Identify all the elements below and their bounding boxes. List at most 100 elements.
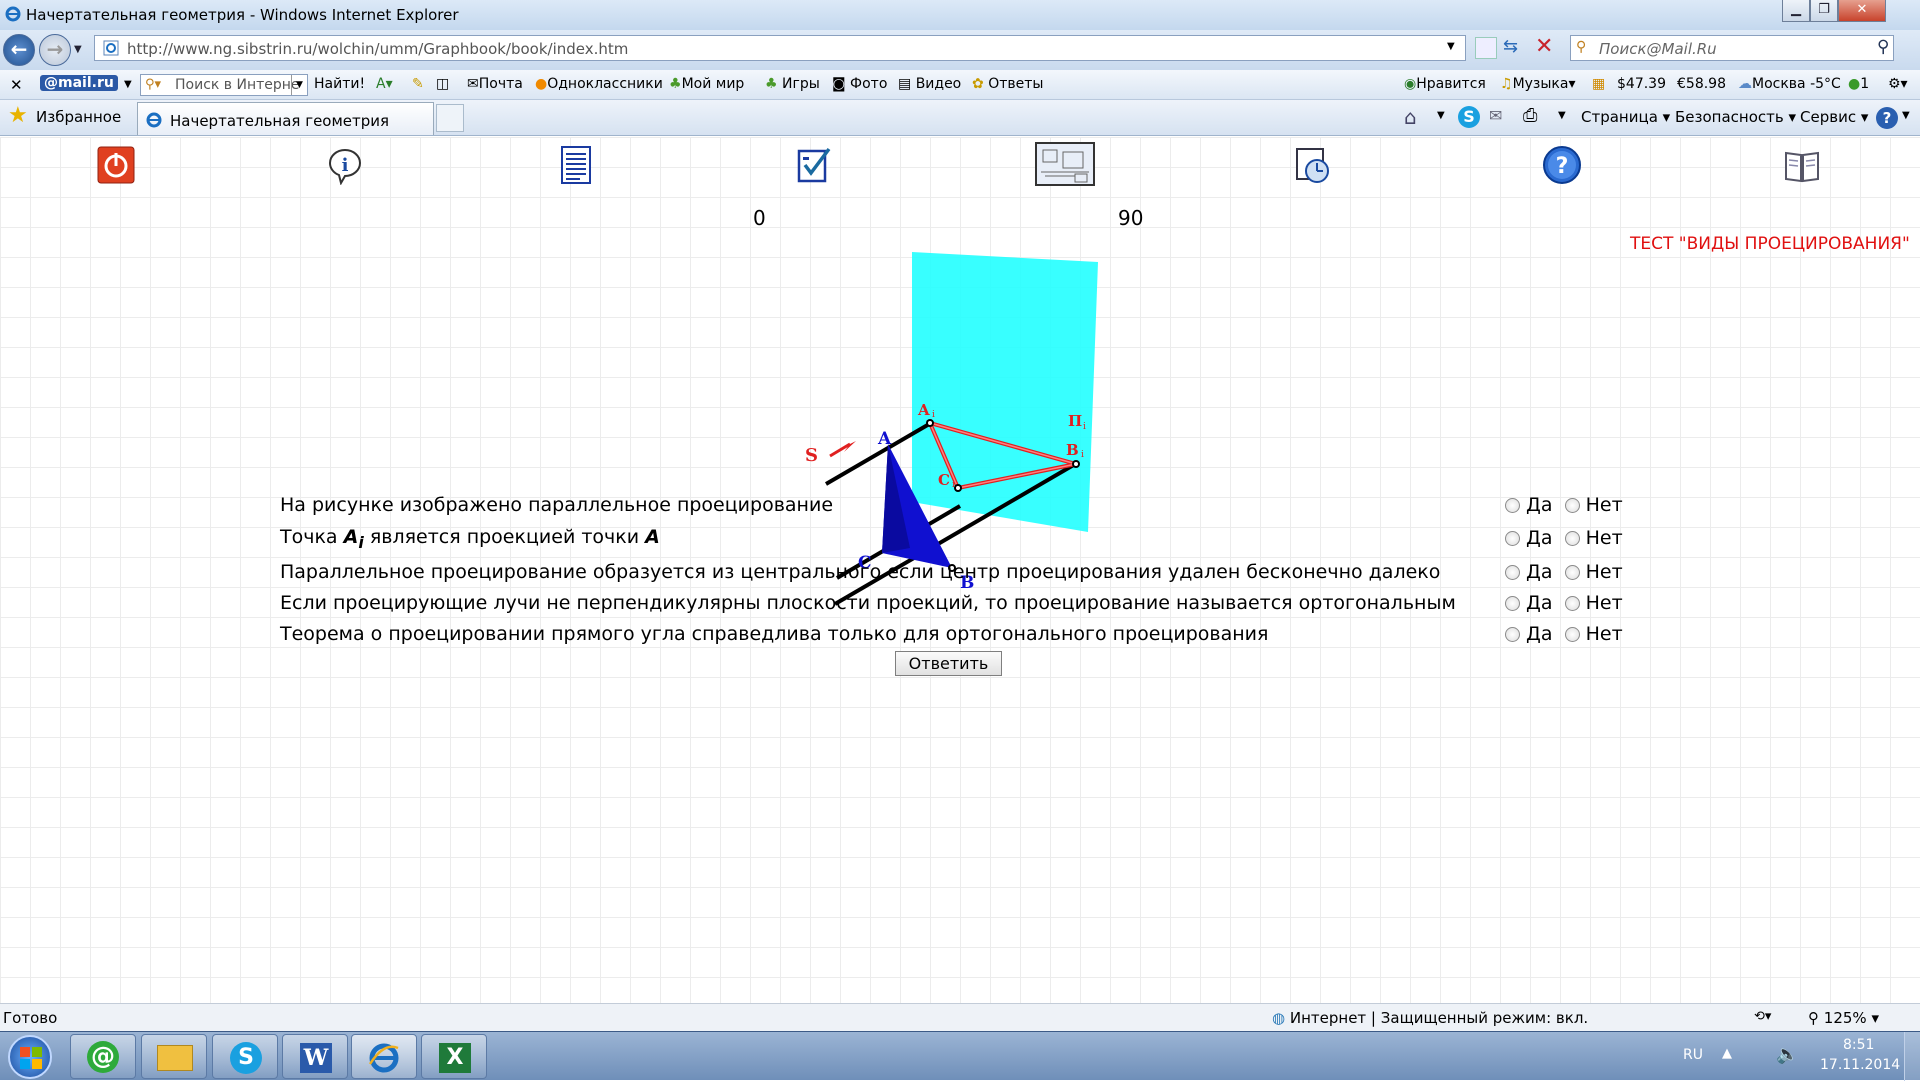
link-photo[interactable]: ◙ Фото [832,76,887,92]
show-desktop-button[interactable] [1904,1032,1920,1081]
skype-icon[interactable]: S [1458,106,1480,128]
radio-yes[interactable] [1505,531,1520,546]
url-dropdown-icon[interactable]: ▼ [1447,41,1455,52]
people-icon: ♣ [669,76,682,92]
language-indicator[interactable]: RU [1683,1047,1703,1063]
drawing-icon[interactable] [1035,142,1095,186]
tab-active[interactable]: Начертательная геометрия [137,102,434,135]
answer-row-1: Да Нет [1505,494,1623,516]
new-tab-button[interactable] [436,104,464,132]
exit-icon[interactable] [96,145,136,185]
maximize-button[interactable]: ❐ [1810,0,1838,22]
chevron-down-icon[interactable]: ▼ [124,79,132,90]
font-icon[interactable]: A▾ [376,76,393,92]
menu-page[interactable]: Страница ▾ [1581,108,1670,126]
envelope-icon: ✉ [467,76,479,92]
taskbar-ie[interactable] [351,1034,417,1079]
no-label: Нет [1585,592,1623,614]
submit-button[interactable]: Ответить [895,651,1002,676]
link-ok[interactable]: ●Одноклассники [535,76,663,92]
usd-rate[interactable]: $47.39 [1617,76,1666,92]
radio-yes[interactable] [1505,596,1520,611]
home-icon[interactable]: ⌂ [1404,105,1417,129]
find-button[interactable]: Найти! [314,76,365,92]
favorites-button[interactable]: Избранное [36,108,121,126]
book-icon[interactable] [1782,145,1822,185]
document-icon[interactable] [556,145,596,185]
radio-yes[interactable] [1505,565,1520,580]
security-zone[interactable]: ◍ Интернет | Защищенный режим: вкл. [1272,1009,1588,1027]
info-icon[interactable]: i [325,145,365,185]
start-button[interactable] [8,1035,52,1079]
toolbar-search-input[interactable]: ⚲▾ Поиск в Интерне ▼ [140,74,308,96]
taskbar-word[interactable]: W [282,1034,348,1079]
radio-no[interactable] [1564,565,1580,580]
back-button[interactable]: ← [3,34,35,66]
menu-security[interactable]: Безопасность ▾ [1675,108,1796,126]
no-label: Нет [1585,561,1623,583]
screenshot-icon[interactable]: ◫ [436,76,449,92]
taskbar-explorer[interactable] [141,1034,207,1079]
link-games[interactable]: ♣ Игры [765,76,820,92]
radio-no[interactable] [1564,596,1580,611]
refresh-icon[interactable]: ⇆ [1503,36,1518,57]
history-dropdown-icon[interactable]: ▼ [74,44,82,55]
help-dropdown-icon[interactable]: ▼ [1902,110,1910,121]
weather[interactable]: ☁Москва -5°C [1738,76,1841,92]
taskbar-skype[interactable]: S [212,1034,278,1079]
status-bar: Готово ◍ Интернет | Защищенный режим: вк… [0,1003,1920,1031]
timer-icon[interactable] [1293,145,1333,185]
label-b1: B [1066,441,1079,459]
volume-icon[interactable]: 🔈 [1776,1044,1798,1065]
search-dropdown-icon[interactable]: ▼ [291,75,307,95]
no-label: Нет [1585,494,1623,516]
test-check-icon[interactable] [795,145,835,185]
search-box[interactable]: ⚲ Поиск@Mail.Ru ⚲ [1570,35,1894,61]
protected-mode-icon[interactable]: ⟲▾ [1754,1009,1771,1024]
radio-no[interactable] [1564,531,1580,546]
no-label: Нет [1585,623,1623,645]
radio-no[interactable] [1564,498,1580,513]
eur-rate[interactable]: €58.98 [1677,76,1726,92]
stop-icon[interactable]: ✕ [1535,34,1553,59]
mail-icon[interactable]: ✉ [1489,106,1502,125]
help-question-icon[interactable]: ? [1542,145,1582,185]
link-mail[interactable]: ✉Почта [467,76,523,92]
radio-yes[interactable] [1505,498,1520,513]
tray-arrow-icon[interactable]: ▲ [1722,1046,1732,1061]
favorites-bar: ★ Избранное Начертательная геометрия ⌂ ▼… [0,100,1920,136]
zoom-control[interactable]: ⚲ 125% ▾ [1808,1009,1879,1027]
label-c1: C [938,471,950,489]
forward-button[interactable]: → [39,34,71,66]
minimize-button[interactable]: ▁ [1782,0,1810,22]
help-icon[interactable]: ? [1876,107,1898,129]
clock-time[interactable]: 8:51 [1843,1037,1874,1053]
point-c1 [954,484,962,492]
search-icon[interactable]: ⚲ [1877,37,1889,57]
music-icon: ♫ [1500,76,1513,92]
taskbar-excel[interactable]: X [421,1034,487,1079]
clock-date[interactable]: 17.11.2014 [1820,1057,1900,1073]
print-icon[interactable]: ⎙ [1523,105,1537,126]
taskbar-mailru-agent[interactable]: @ [70,1034,136,1079]
mailru-logo[interactable]: @mail.ru [40,75,118,91]
search-placeholder: Поиск@Mail.Ru [1599,40,1717,58]
link-myworld[interactable]: ♣Мой мир [669,76,744,92]
music-button[interactable]: ♫Музыка▾ [1500,76,1576,92]
toolbar-more-icon[interactable]: ⚙▾ [1888,76,1908,92]
print-dropdown-icon[interactable]: ▼ [1558,110,1566,121]
url-bar[interactable]: http://www.ng.sibstrin.ru/wolchin/umm/Gr… [94,35,1466,61]
close-toolbar-icon[interactable]: ✕ [10,76,23,94]
radio-yes[interactable] [1505,627,1520,642]
radio-no[interactable] [1564,627,1580,642]
link-video[interactable]: ▤ Видео [898,76,961,92]
link-answers[interactable]: ✿ Ответы [972,76,1043,92]
pen-icon[interactable]: ✎ [412,76,424,92]
yes-label: Да [1526,494,1553,516]
close-window-button[interactable]: ✕ [1838,0,1886,22]
compat-view-icon[interactable] [1475,37,1497,59]
menu-tools[interactable]: Сервис ▾ [1800,108,1868,126]
home-dropdown-icon[interactable]: ▼ [1437,110,1445,121]
likes-button[interactable]: ◉Нравится [1404,76,1486,92]
counter[interactable]: ●1 [1848,76,1869,92]
